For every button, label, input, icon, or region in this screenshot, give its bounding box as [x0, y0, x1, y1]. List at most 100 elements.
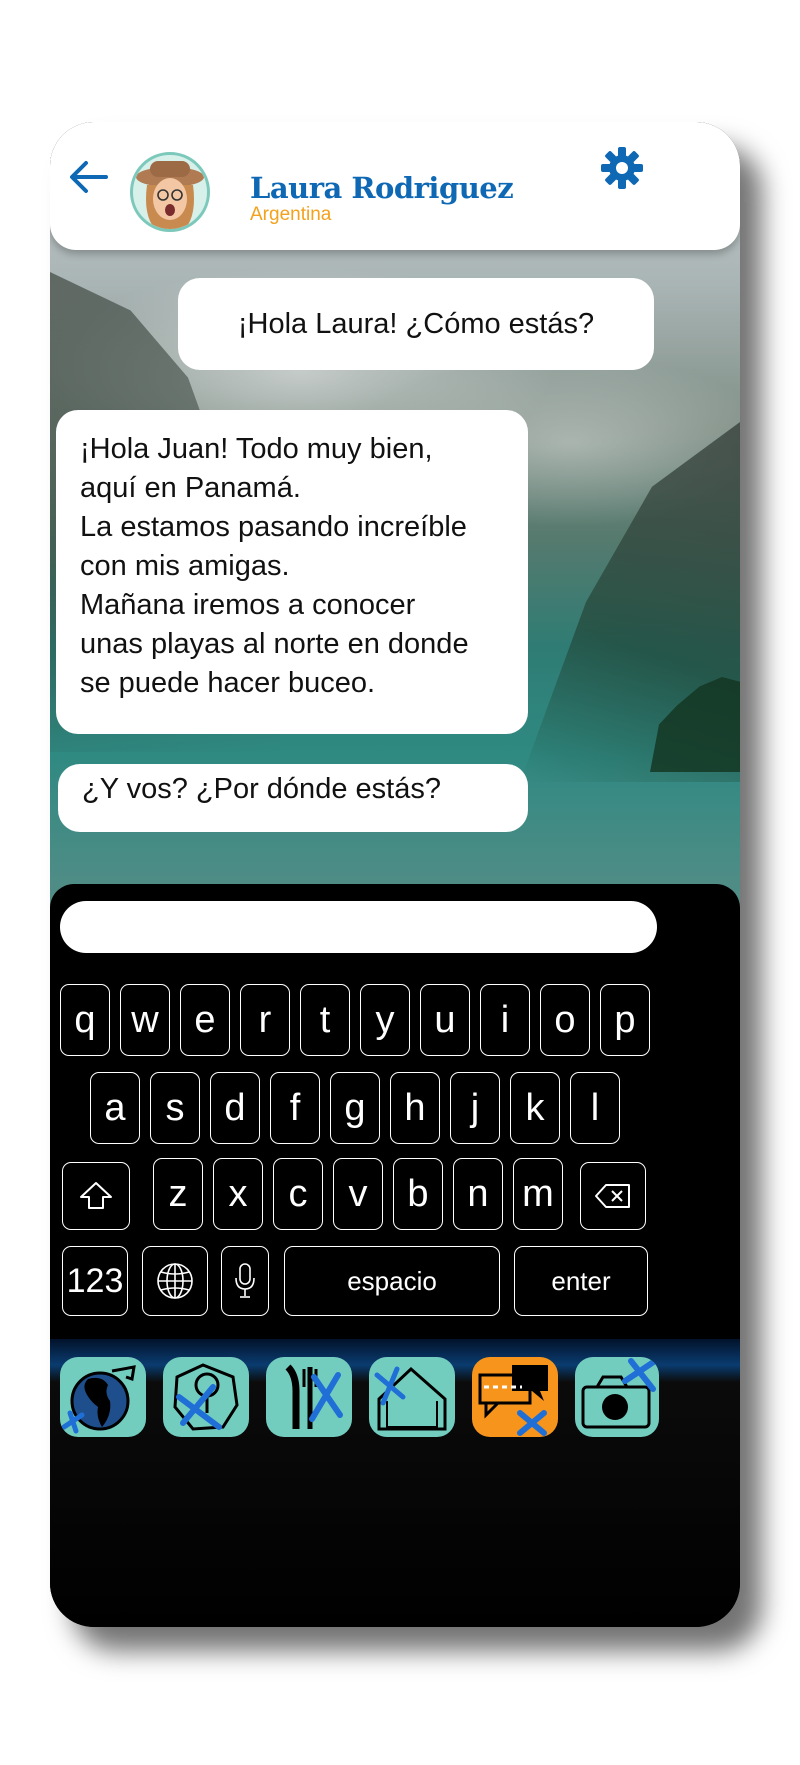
arrow-left-icon [70, 161, 108, 193]
key-label: q [74, 998, 96, 1041]
key-label: z [168, 1172, 188, 1215]
settings-button[interactable] [598, 144, 646, 192]
message-bubble-incoming: ¡Hola Juan! Todo muy bien, aquí en Panam… [56, 410, 528, 734]
gear-icon [601, 147, 643, 189]
globe-key[interactable] [142, 1246, 208, 1316]
contact-location: Argentina [250, 204, 332, 225]
key-f[interactable]: f [270, 1072, 320, 1144]
enter-key[interactable]: enter [514, 1246, 648, 1316]
key-g[interactable]: g [330, 1072, 380, 1144]
key-label: h [404, 1086, 426, 1129]
key-x[interactable]: x [213, 1158, 263, 1230]
key-e[interactable]: e [180, 984, 230, 1056]
camera-icon [581, 1358, 658, 1429]
key-label: c [288, 1172, 308, 1215]
message-line: aquí en Panamá. [80, 472, 301, 504]
key-label: n [467, 1172, 489, 1215]
key-label: k [525, 1086, 545, 1129]
key-m[interactable]: m [513, 1158, 563, 1230]
key-label: v [348, 1172, 368, 1215]
nav-chat-button[interactable] [472, 1357, 558, 1437]
key-label: b [407, 1172, 429, 1215]
shift-icon [80, 1182, 112, 1209]
key-label: f [289, 1086, 301, 1129]
key-k[interactable]: k [510, 1072, 560, 1144]
key-label: i [500, 998, 510, 1041]
key-v[interactable]: v [333, 1158, 383, 1230]
numbers-key[interactable]: 123 [62, 1246, 128, 1316]
home-icon [374, 1366, 447, 1431]
bottom-navigation [50, 1339, 740, 1627]
avatar-portrait [136, 161, 204, 229]
key-a[interactable]: a [90, 1072, 140, 1144]
microphone-icon [235, 1263, 255, 1298]
key-h[interactable]: h [390, 1072, 440, 1144]
back-button[interactable] [64, 152, 114, 202]
restaurant-icon [285, 1364, 343, 1429]
backspace-icon [595, 1184, 630, 1208]
nav-food-button[interactable] [266, 1357, 352, 1437]
key-u[interactable]: u [420, 984, 470, 1056]
key-s[interactable]: s [150, 1072, 200, 1144]
message-line: con mis amigas. [80, 550, 290, 582]
nav-explore-button[interactable] [60, 1357, 146, 1437]
message-input[interactable] [60, 901, 657, 953]
key-label: enter [551, 1265, 611, 1296]
key-t[interactable]: t [300, 984, 350, 1056]
message-text: ¡Hola Laura! ¿Cómo estás? [237, 307, 595, 340]
key-o[interactable]: o [540, 984, 590, 1056]
key-label: g [344, 1086, 366, 1129]
message-line: unas playas al norte en donde [80, 628, 469, 660]
key-l[interactable]: l [570, 1072, 620, 1144]
nav-lodging-button[interactable] [369, 1357, 455, 1437]
globe-icon [157, 1263, 193, 1299]
key-label: a [104, 1086, 126, 1129]
key-c[interactable]: c [273, 1158, 323, 1230]
key-label: d [224, 1086, 246, 1129]
map-compass-icon [173, 1363, 239, 1431]
key-label: o [554, 998, 576, 1041]
key-r[interactable]: r [240, 984, 290, 1056]
key-n[interactable]: n [453, 1158, 503, 1230]
key-z[interactable]: z [153, 1158, 203, 1230]
message-line: ¡Hola Juan! Todo muy bien, [80, 433, 433, 465]
space-key[interactable]: espacio [284, 1246, 500, 1316]
key-label: t [319, 998, 331, 1041]
message-line: Mañana iremos a conocer [80, 589, 416, 621]
key-label: s [165, 1086, 185, 1129]
message-line: se puede hacer buceo. [80, 667, 376, 699]
key-label: e [194, 998, 216, 1041]
key-label: x [228, 1172, 248, 1215]
phone-screen: ¡Hola Laura! ¿Cómo estás? ¡Hola Juan! To… [50, 122, 740, 1627]
key-label: w [131, 998, 159, 1041]
key-y[interactable]: y [360, 984, 410, 1056]
key-label: r [258, 998, 272, 1041]
message-line: La estamos pasando increíble [80, 511, 467, 543]
key-q[interactable]: q [60, 984, 110, 1056]
globe-americas-icon [61, 1365, 136, 1434]
key-p[interactable]: p [600, 984, 650, 1056]
key-label: y [375, 998, 395, 1041]
key-d[interactable]: d [210, 1072, 260, 1144]
nav-photos-button[interactable] [575, 1357, 659, 1437]
nav-map-button[interactable] [163, 1357, 249, 1437]
message-bubble-outgoing: ¡Hola Laura! ¿Cómo estás? [178, 278, 654, 370]
microphone-key[interactable] [221, 1246, 269, 1316]
key-b[interactable]: b [393, 1158, 443, 1230]
contact-name: Laura Rodriguez [250, 171, 514, 205]
key-label: m [522, 1172, 554, 1215]
message-bubble-incoming: ¿Y vos? ¿Por dónde estás? [58, 764, 528, 832]
on-screen-keyboard: q w e r t y u i o p a s d f g h j k l z … [50, 884, 740, 1354]
chat-header: Laura Rodriguez Argentina [50, 122, 740, 250]
key-j[interactable]: j [450, 1072, 500, 1144]
key-w[interactable]: w [120, 984, 170, 1056]
shift-key[interactable] [62, 1162, 130, 1230]
message-text: ¿Y vos? ¿Por dónde estás? [82, 773, 441, 805]
key-label: l [590, 1086, 600, 1129]
key-label: espacio [347, 1265, 437, 1296]
chat-icon [478, 1365, 548, 1436]
backspace-key[interactable] [580, 1162, 646, 1230]
contact-avatar[interactable] [130, 152, 210, 232]
key-label: p [614, 998, 636, 1041]
key-i[interactable]: i [480, 984, 530, 1056]
